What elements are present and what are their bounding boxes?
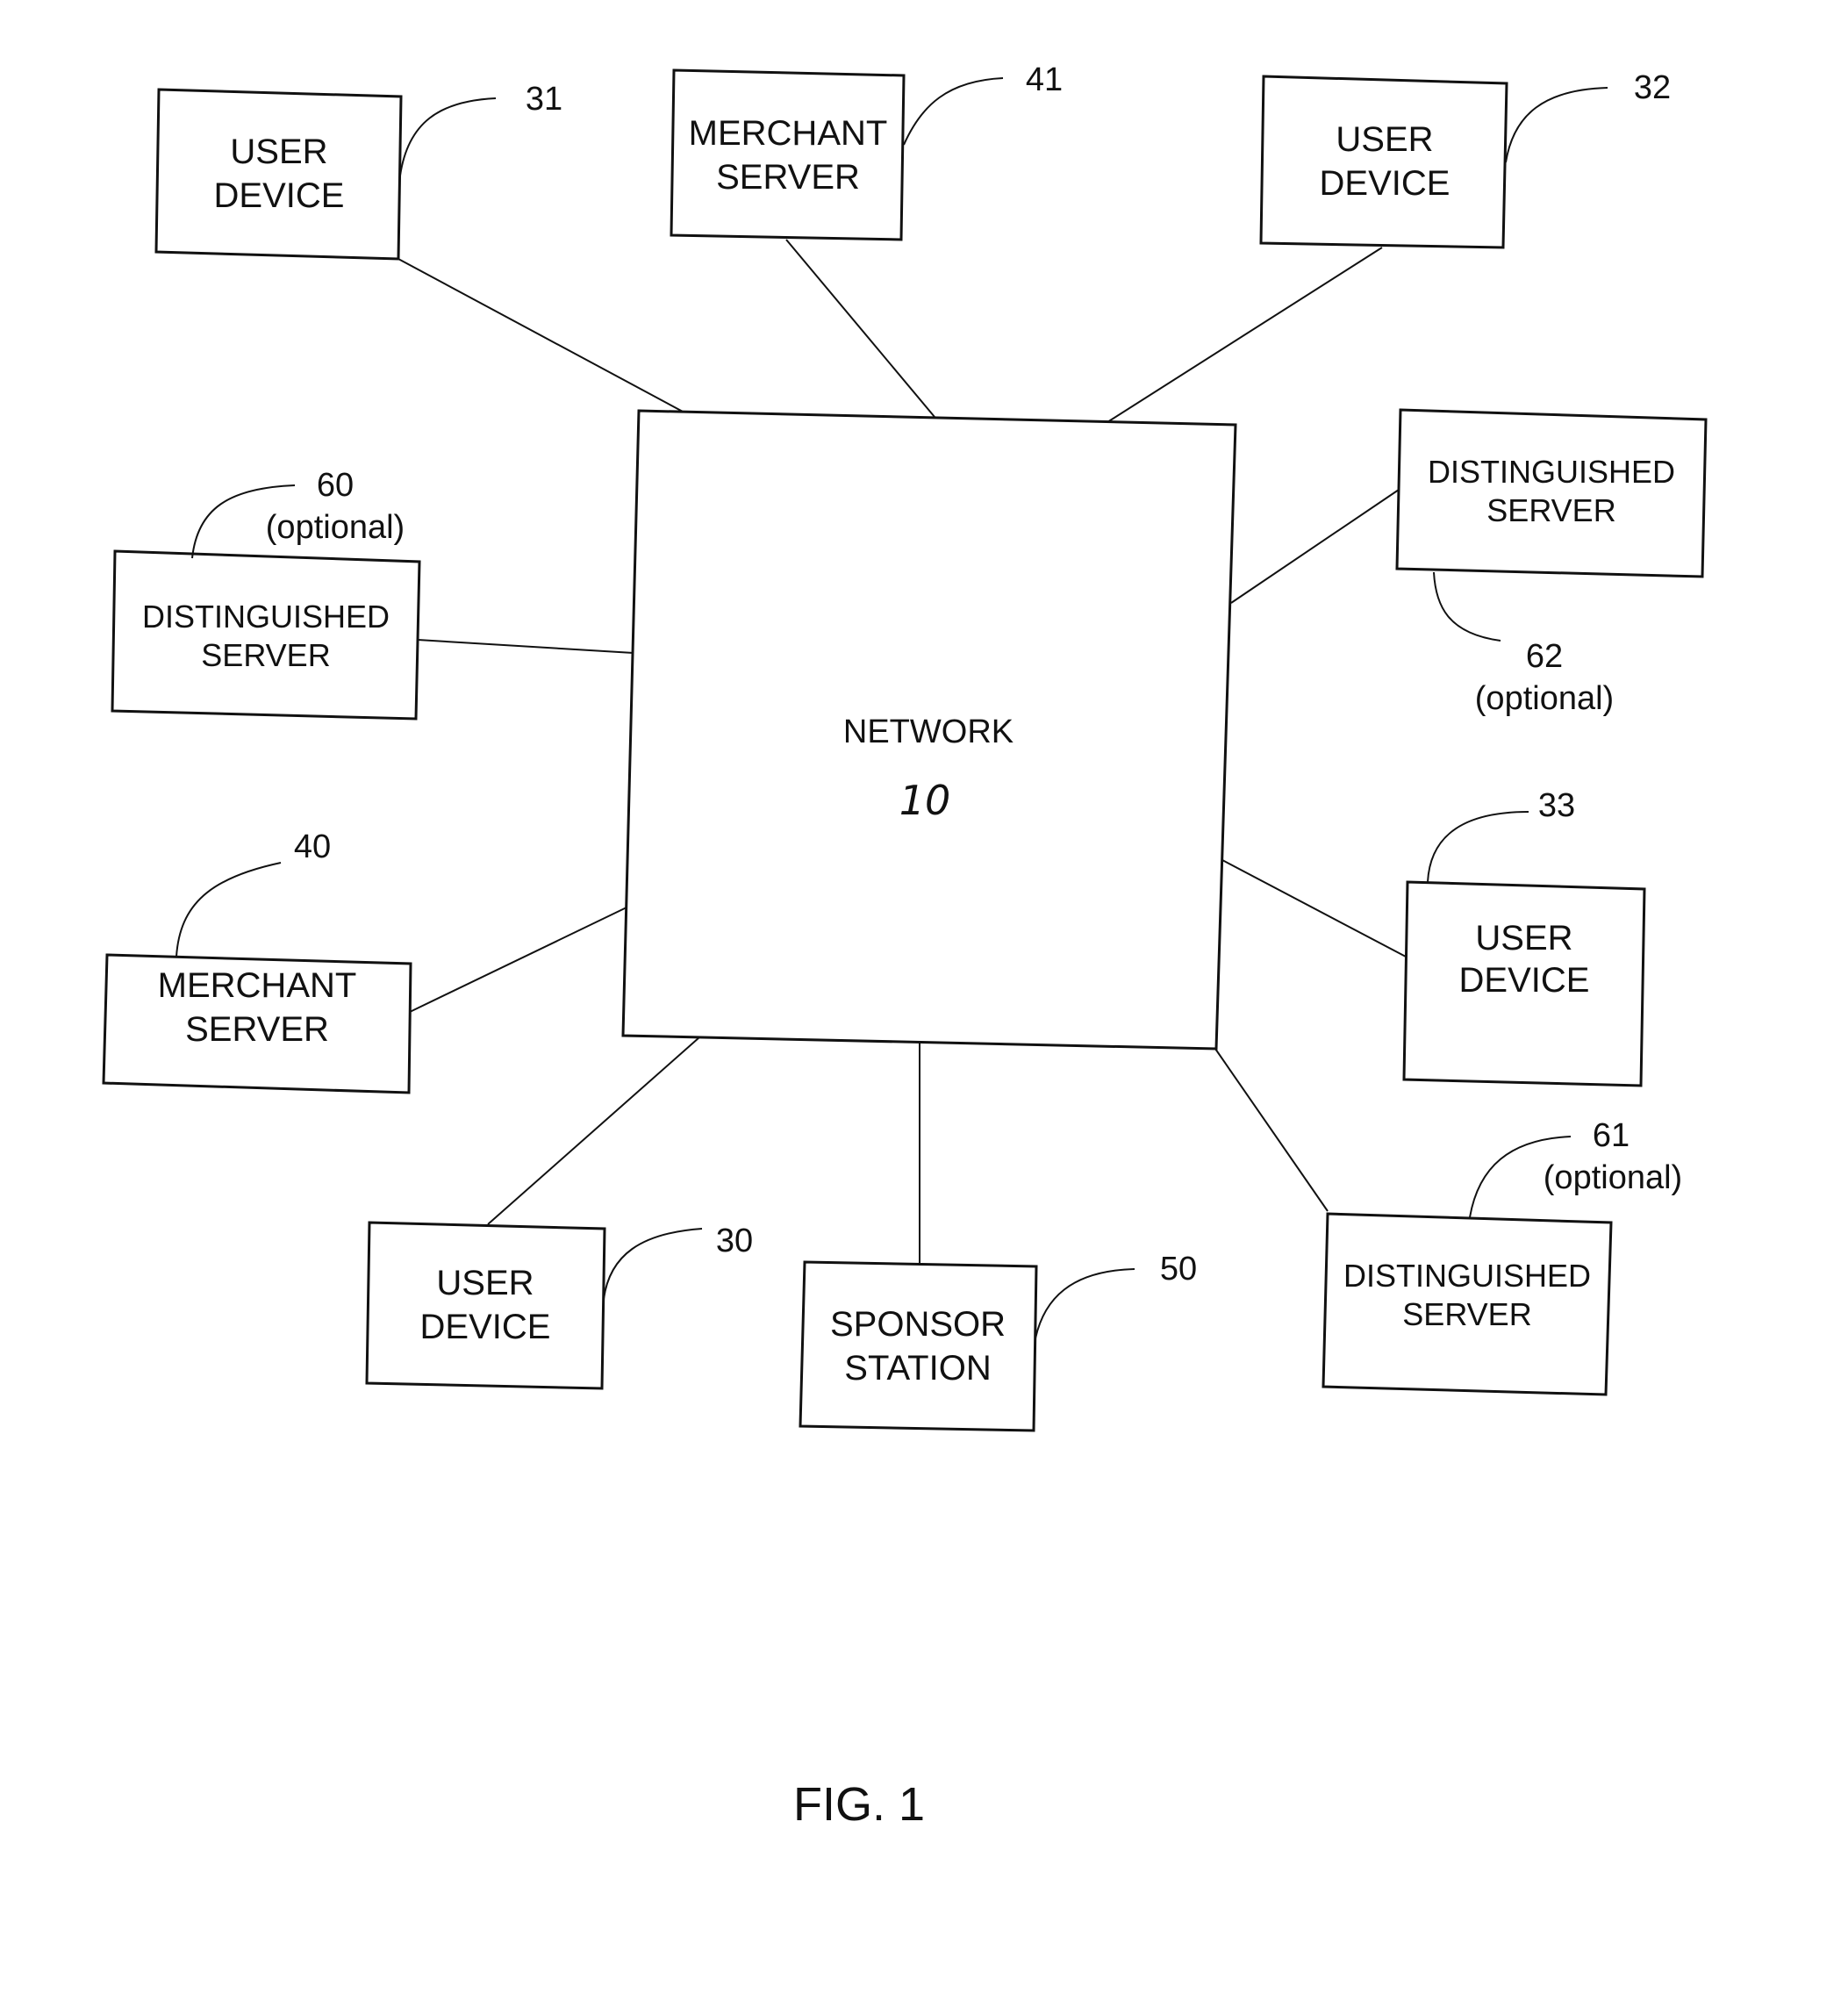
ref-number: 33 <box>1538 787 1575 824</box>
figure-caption: FIG. 1 <box>793 1778 925 1831</box>
ref-note: (optional) <box>1544 1159 1682 1196</box>
node-label-line1: DISTINGUISHED <box>1343 1258 1591 1294</box>
node-label-line1: USER <box>436 1264 534 1302</box>
node-label-line2: SERVER <box>1486 492 1615 528</box>
leader-line <box>1035 1268 1135 1339</box>
ref-number: 61 <box>1593 1117 1630 1154</box>
node-box <box>1259 75 1508 249</box>
node-label-line1: DISTINGUISHED <box>142 599 390 635</box>
node-distinguished-server-60: DISTINGUISHED SERVER 60 (optional) <box>111 467 421 721</box>
node-box <box>111 549 421 721</box>
node-label-line1: USER <box>1475 919 1572 957</box>
connection-user-device-33 <box>1221 859 1407 957</box>
node-label-line1: SPONSOR <box>830 1305 1006 1344</box>
ref-number: 62 <box>1526 638 1563 675</box>
node-box <box>799 1260 1038 1432</box>
leader-line <box>1433 571 1501 642</box>
network-diagram: NETWORK 10 USER DEVICE 31 MERCHANT SERVE… <box>102 61 1708 1831</box>
node-user-device-32: USER DEVICE 32 <box>1259 69 1671 249</box>
node-distinguished-server-62: DISTINGUISHED SERVER 62 (optional) <box>1395 408 1708 717</box>
connection-distinguished-server-61 <box>1214 1048 1329 1212</box>
node-label-line2: DEVICE <box>420 1308 551 1346</box>
network-box: NETWORK 10 <box>621 409 1237 1051</box>
connection-merchant-server-40 <box>409 907 627 1013</box>
node-sponsor-station-50: SPONSOR STATION 50 <box>799 1251 1197 1432</box>
node-label-line1: MERCHANT <box>689 114 888 153</box>
leader-line <box>1505 87 1608 163</box>
node-label-line2: DEVICE <box>1320 164 1450 203</box>
ref-note: (optional) <box>266 509 405 546</box>
node-user-device-30: USER DEVICE 30 <box>365 1221 753 1390</box>
node-user-device-31: USER DEVICE 31 <box>154 81 562 261</box>
ref-number: 31 <box>526 81 562 118</box>
connection-merchant-server-41 <box>785 239 935 418</box>
ref-number: 60 <box>317 467 354 504</box>
node-merchant-server-40: MERCHANT SERVER 40 <box>102 828 412 1094</box>
leader-line <box>175 862 282 957</box>
ref-number: 30 <box>716 1223 753 1259</box>
connection-distinguished-server-62 <box>1230 489 1400 604</box>
ref-number: 50 <box>1160 1251 1197 1287</box>
node-label-line2: SERVER <box>201 637 330 673</box>
ref-number: 32 <box>1634 69 1671 106</box>
node-merchant-server-41: MERCHANT SERVER 41 <box>670 61 1063 241</box>
node-label-line2: DEVICE <box>1459 961 1590 1000</box>
leader-line <box>1427 811 1529 883</box>
leader-line <box>903 77 1004 146</box>
node-label-line1: DISTINGUISHED <box>1428 454 1675 490</box>
node-label-line2: SERVER <box>1402 1296 1531 1332</box>
node-box <box>365 1221 606 1390</box>
node-label-line2: SERVER <box>716 158 860 197</box>
leader-line <box>399 97 497 176</box>
ref-note: (optional) <box>1475 680 1614 717</box>
network-ref-number: 10 <box>899 777 951 824</box>
connection-user-device-32 <box>1107 247 1383 423</box>
node-user-device-33: USER DEVICE 33 <box>1402 787 1646 1087</box>
node-distinguished-server-61: DISTINGUISHED SERVER 61 (optional) <box>1322 1117 1682 1396</box>
leader-line <box>603 1228 703 1300</box>
node-label-line1: USER <box>1336 120 1433 159</box>
connection-user-device-30 <box>487 1036 700 1225</box>
network-label: NETWORK <box>843 714 1014 750</box>
ref-number: 41 <box>1026 61 1063 98</box>
node-label-line2: DEVICE <box>214 176 345 215</box>
node-label-line2: SERVER <box>185 1010 329 1049</box>
node-label-line1: USER <box>230 133 327 171</box>
node-box <box>670 68 906 241</box>
node-box <box>154 88 403 261</box>
node-label-line1: MERCHANT <box>158 966 357 1005</box>
node-label-line2: STATION <box>844 1349 991 1388</box>
ref-number: 40 <box>294 828 331 865</box>
connection-distinguished-server-60 <box>417 639 634 654</box>
connection-user-device-31 <box>398 258 685 413</box>
